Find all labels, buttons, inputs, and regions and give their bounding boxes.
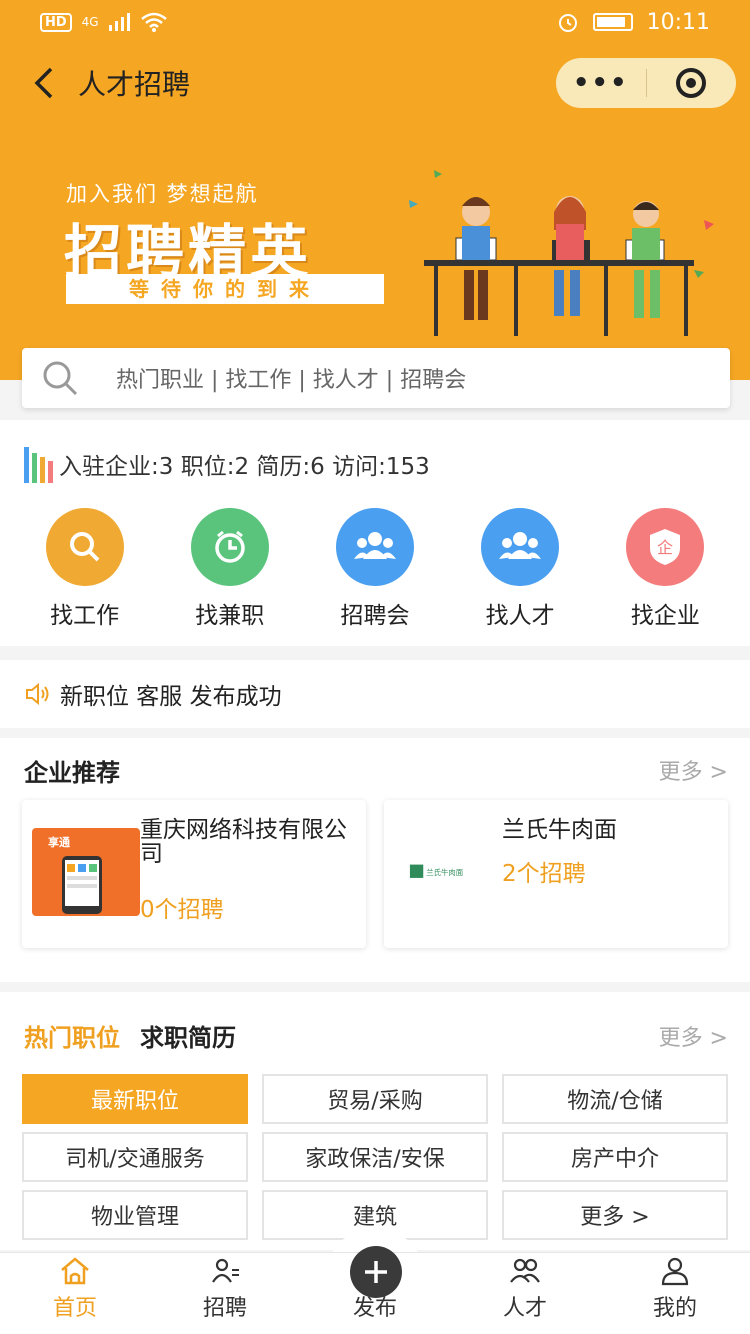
quick-find-parttime-circle	[190, 508, 269, 586]
people-icon	[499, 532, 542, 559]
quick-job-fair[interactable]: 招聘会	[310, 508, 440, 630]
search-icon	[69, 532, 100, 562]
company-logo: 兰氏牛肉面	[409, 864, 463, 878]
stats-text: 入驻企业:3 职位:2 简历:6 访问:153	[59, 454, 430, 480]
plus-icon	[365, 1261, 387, 1283]
tabbar-mine[interactable]: 我的	[600, 1253, 750, 1334]
company-job-count: 2个招聘	[502, 861, 586, 887]
people-icon	[353, 532, 396, 559]
enterprise-card[interactable]: 享通 重庆网络科技有限公司 0个招聘	[22, 800, 366, 948]
company-job-count: 0个招聘	[140, 897, 224, 923]
category-item[interactable]: 最新职位	[22, 1074, 248, 1124]
network-badge: HD	[40, 12, 72, 32]
user-icon	[661, 1257, 689, 1286]
enterprise-section: 企业推荐 更多 > 享通 重庆网络科技有限公司 0个招聘 兰氏牛肉面 兰氏牛肉面…	[0, 738, 750, 982]
quick-label: 招聘会	[340, 603, 410, 629]
page-title: 人才招聘	[78, 68, 191, 101]
category-item[interactable]: 物流/仓储	[502, 1074, 728, 1124]
back-button[interactable]	[24, 63, 64, 103]
tabbar-recruit-label: 招聘	[202, 1296, 247, 1321]
alarm-icon	[558, 14, 577, 32]
stats-row: 入驻企业:3 职位:2 简历:6 访问:153	[24, 444, 430, 484]
tabbar-home-label: 首页	[52, 1296, 97, 1321]
status-bar: HD 4G 10:11	[0, 0, 750, 44]
signal-icon	[108, 13, 130, 31]
quick-find-job-circle	[45, 508, 124, 586]
tabbar-talent-label: 人才	[502, 1296, 547, 1321]
more-menu-button[interactable]: •••	[556, 68, 646, 98]
category-item[interactable]: 贸易/采购	[262, 1074, 488, 1124]
company-logo: 享通	[32, 828, 140, 916]
home-icon	[61, 1257, 89, 1285]
quick-label: 找企业	[630, 603, 700, 629]
wifi-icon	[140, 12, 167, 32]
banner-slogan-small: 加入我们 梦想起航	[66, 182, 259, 206]
office-workers-illustration	[409, 170, 714, 336]
category-more[interactable]: 更多 >	[502, 1190, 728, 1240]
hot-more-link[interactable]: 更多 >	[659, 1020, 728, 1052]
quick-label: 找人才	[485, 603, 555, 629]
quick-find-parttime[interactable]: 找兼职	[165, 508, 295, 630]
search-icon	[43, 361, 78, 396]
speaker-icon	[26, 682, 49, 706]
quick-find-job[interactable]: 找工作	[20, 508, 150, 630]
search-placeholder: 热门职业 | 找工作 | 找人才 | 招聘会	[116, 368, 467, 393]
hot-positions-section: 热门职位 求职简历 更多 > 最新职位 贸易/采购 物流/仓储 司机/交通服务 …	[0, 992, 750, 1250]
company-name: 重庆网络科技有限公司	[140, 817, 347, 867]
tabbar-mine-label: 我的	[652, 1296, 697, 1321]
quick-find-talent-circle	[481, 508, 560, 586]
enterprise-icon: 企	[650, 529, 681, 565]
svg-text:企: 企	[657, 538, 673, 557]
banner-slogan-box: 等待你的到来	[66, 274, 384, 304]
quick-label: 找工作	[50, 603, 120, 629]
enterprise-more-link[interactable]: 更多 >	[659, 754, 728, 786]
chevron-left-icon	[34, 67, 53, 99]
enterprise-header: 企业推荐 更多 >	[24, 748, 728, 792]
quick-find-enterprise-circle: 企	[626, 508, 705, 586]
category-item[interactable]: 房产中介	[502, 1132, 728, 1182]
status-left: HD 4G	[40, 12, 167, 32]
clock-icon	[215, 530, 245, 563]
quick-find-enterprise[interactable]: 企 找企业	[600, 508, 730, 630]
enterprise-card[interactable]: 兰氏牛肉面 兰氏牛肉面 2个招聘	[384, 800, 728, 948]
quick-actions: 找工作 找兼职 招聘会 找人才 企 找企业	[0, 508, 750, 630]
company-name: 兰氏牛肉面	[502, 817, 617, 843]
navbar: 人才招聘 •••	[0, 50, 750, 116]
header-banner: HD 4G 10:11 人才招聘 ••• 加入我们 梦想起航 招聘精英 等待你的…	[0, 0, 750, 380]
bar-chart-icon	[24, 445, 53, 483]
battery-icon	[592, 13, 633, 31]
status-time: 10:11	[646, 9, 710, 35]
notice-text: 新职位 客服 发布成功	[60, 684, 282, 710]
tab-hot-positions[interactable]: 热门职位	[24, 1018, 120, 1053]
signal-label: 4G	[81, 15, 99, 29]
hot-tabs: 热门职位 求职简历	[24, 1018, 236, 1053]
tabbar-recruit[interactable]: 招聘	[150, 1253, 300, 1334]
notice-bar[interactable]: 新职位 客服 发布成功	[0, 660, 750, 728]
close-program-button[interactable]	[647, 68, 737, 98]
quick-job-fair-circle	[335, 508, 414, 586]
talent-icon	[510, 1258, 540, 1283]
category-grid: 最新职位 贸易/采购 物流/仓储 司机/交通服务 家政保洁/安保 房产中介 物业…	[22, 1074, 730, 1240]
recruit-icon	[212, 1258, 239, 1283]
quick-find-talent[interactable]: 找人才	[455, 508, 585, 630]
tab-resumes[interactable]: 求职简历	[140, 1018, 236, 1053]
tabbar-home[interactable]: 首页	[0, 1253, 150, 1334]
publish-button[interactable]	[350, 1246, 402, 1298]
quick-label: 找兼职	[195, 603, 265, 629]
search-bar[interactable]: 热门职业 | 找工作 | 找人才 | 招聘会	[22, 348, 730, 408]
logo-text: 享通	[48, 835, 70, 849]
target-icon	[676, 68, 707, 98]
category-item[interactable]: 司机/交通服务	[22, 1132, 248, 1182]
category-item[interactable]: 家政保洁/安保	[262, 1132, 488, 1182]
logo-text: 兰氏牛肉面	[426, 868, 463, 877]
enterprise-title: 企业推荐	[24, 758, 120, 787]
mini-program-capsule: •••	[556, 58, 736, 108]
tabbar-talent[interactable]: 人才	[450, 1253, 600, 1334]
status-right: 10:11	[557, 10, 710, 35]
category-item[interactable]: 物业管理	[22, 1190, 248, 1240]
